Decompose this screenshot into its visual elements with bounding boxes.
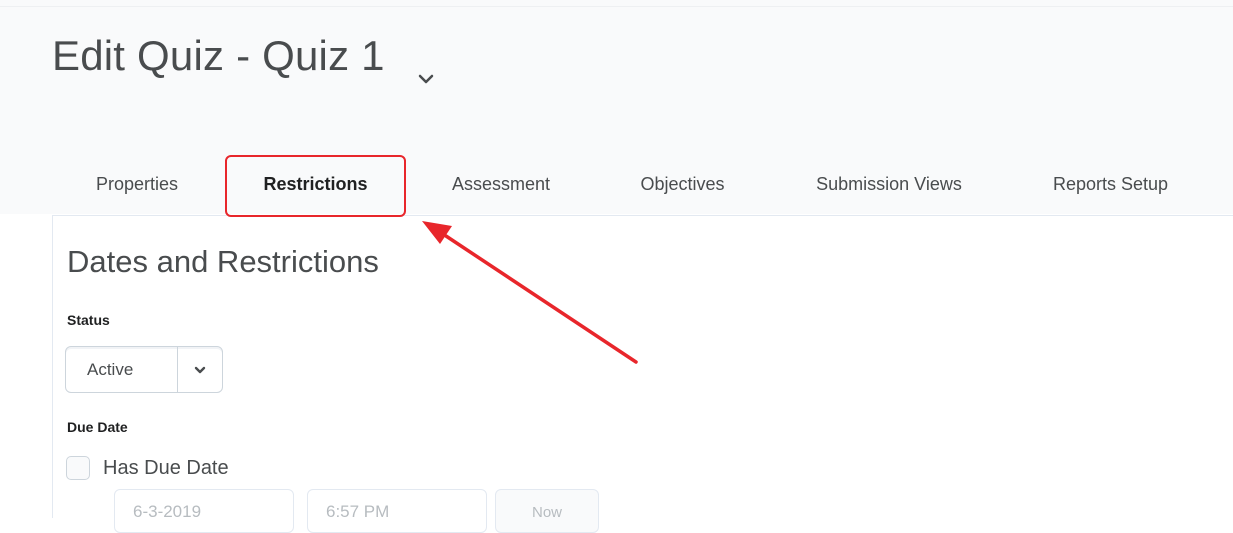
now-button[interactable]: Now bbox=[495, 489, 599, 533]
has-due-date-row[interactable]: Has Due Date bbox=[66, 456, 229, 480]
status-select[interactable]: Active bbox=[65, 346, 223, 393]
tab-submission-views[interactable]: Submission Views bbox=[772, 154, 1006, 216]
chevron-down-icon[interactable] bbox=[415, 52, 437, 84]
has-due-date-checkbox[interactable] bbox=[66, 456, 90, 480]
section-title: Dates and Restrictions bbox=[67, 244, 379, 279]
due-date-label: Due Date bbox=[67, 419, 128, 435]
due-date-input[interactable]: 6-3-2019 bbox=[114, 489, 294, 533]
status-select-value: Active bbox=[87, 359, 134, 379]
due-time-input[interactable]: 6:57 PM bbox=[307, 489, 487, 533]
tab-objectives[interactable]: Objectives bbox=[596, 154, 769, 216]
tab-assessment[interactable]: Assessment bbox=[409, 154, 593, 216]
status-label: Status bbox=[67, 312, 110, 328]
tab-restrictions[interactable]: Restrictions bbox=[225, 154, 406, 216]
tab-bar: Properties Restrictions Assessment Objec… bbox=[52, 154, 1233, 216]
tab-properties[interactable]: Properties bbox=[52, 154, 222, 216]
chevron-down-icon bbox=[178, 363, 222, 377]
page-title-text: Edit Quiz - Quiz 1 bbox=[52, 32, 385, 79]
tab-reports-setup[interactable]: Reports Setup bbox=[1009, 154, 1212, 216]
has-due-date-label: Has Due Date bbox=[103, 456, 229, 479]
page-title: Edit Quiz - Quiz 1 bbox=[52, 32, 437, 84]
